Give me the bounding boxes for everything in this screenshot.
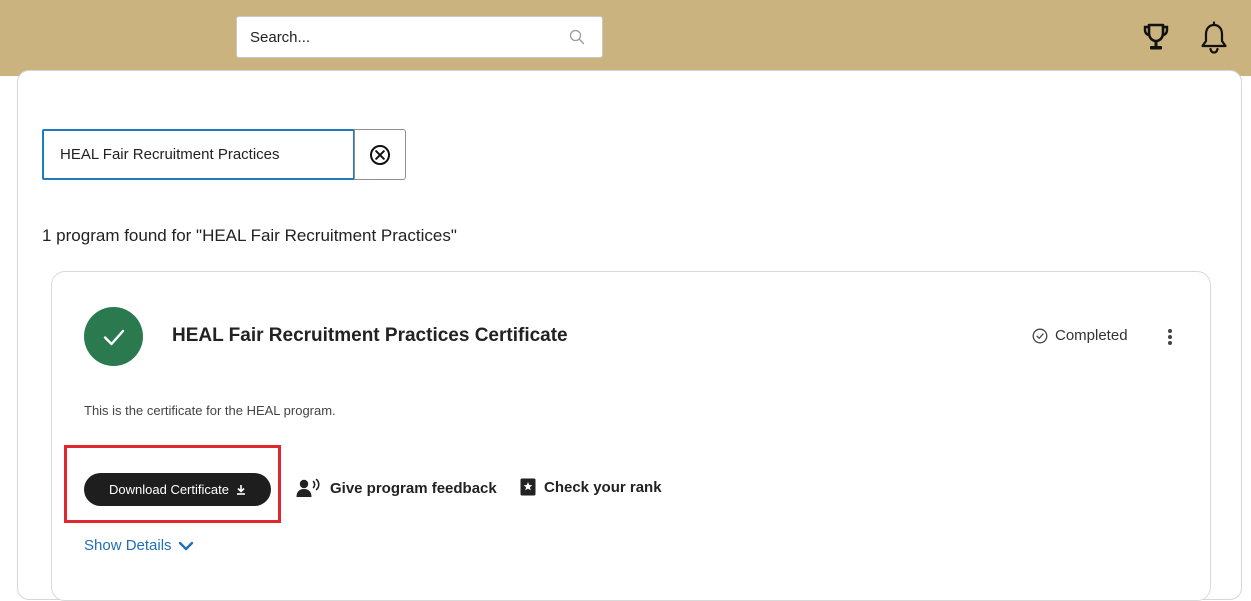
- program-description: This is the certificate for the HEAL pro…: [84, 403, 336, 418]
- download-certificate-label: Download Certificate: [109, 482, 229, 497]
- show-details-toggle[interactable]: Show Details: [84, 537, 194, 554]
- results-count: 1 program found for "HEAL Fair Recruitme…: [42, 226, 457, 245]
- check-circle-outline-icon: [1032, 328, 1048, 343]
- more-options-icon[interactable]: [1160, 326, 1180, 348]
- show-details-label: Show Details: [84, 537, 172, 554]
- check-icon: [103, 329, 124, 345]
- completed-check-badge: [84, 307, 143, 366]
- star-bookmark-icon: [520, 478, 536, 496]
- kebab-dot: [1168, 329, 1172, 333]
- search-icon[interactable]: [569, 29, 585, 45]
- top-bar: [0, 0, 1251, 76]
- speaking-person-icon: [296, 478, 320, 497]
- kebab-dot: [1168, 341, 1172, 345]
- clear-circle-x-icon: [370, 144, 390, 165]
- program-title[interactable]: HEAL Fair Recruitment Practices Certific…: [172, 325, 568, 347]
- bell-icon[interactable]: [1199, 21, 1229, 55]
- give-feedback-label: Give program feedback: [330, 479, 497, 497]
- program-filter: [42, 129, 406, 180]
- give-feedback-link[interactable]: Give program feedback: [296, 478, 497, 498]
- program-card: [51, 271, 1211, 601]
- status-label: Completed: [1055, 327, 1128, 344]
- global-search[interactable]: [236, 16, 603, 58]
- kebab-dot: [1168, 335, 1172, 339]
- chevron-down-icon: [178, 541, 193, 550]
- download-certificate-button[interactable]: Download Certificate: [84, 473, 271, 506]
- check-rank-label: Check your rank: [544, 478, 662, 496]
- status-badge: Completed: [1032, 327, 1128, 344]
- global-search-input[interactable]: [237, 17, 570, 57]
- trophy-icon[interactable]: [1142, 22, 1170, 52]
- clear-filter-button[interactable]: [354, 129, 406, 180]
- download-icon: [236, 485, 245, 495]
- check-rank-link[interactable]: Check your rank: [520, 478, 662, 496]
- program-filter-input[interactable]: [42, 129, 355, 180]
